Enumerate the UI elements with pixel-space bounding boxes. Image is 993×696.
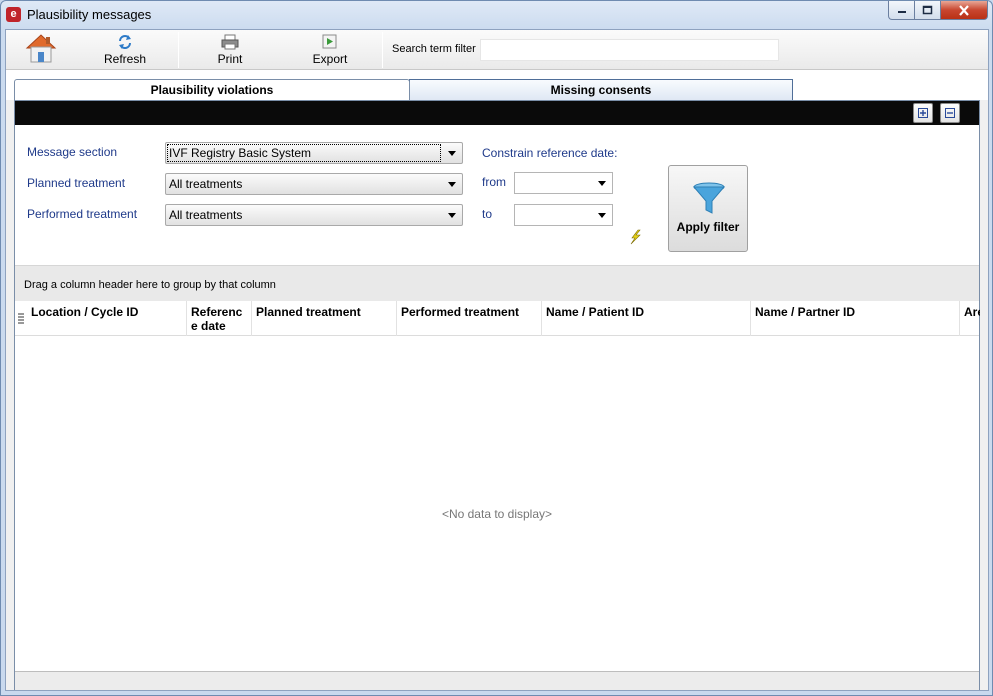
tab-plausibility-violations[interactable]: Plausibility violations (14, 79, 410, 100)
printer-icon (221, 34, 239, 50)
print-button[interactable]: Print (202, 30, 258, 70)
column-header-performed-treatment[interactable]: Performed treatment (397, 301, 542, 336)
chevron-down-icon[interactable] (595, 205, 609, 225)
performed-treatment-dropdown[interactable]: All treatments (165, 204, 463, 226)
tab-page: Message section IVF Registry Basic Syste… (14, 100, 980, 690)
planned-treatment-label: Planned treatment (27, 176, 126, 190)
minimize-button[interactable] (888, 1, 915, 20)
home-icon (25, 34, 57, 63)
close-icon (959, 4, 969, 16)
toolbar-separator (178, 32, 179, 68)
minus-icon (945, 108, 955, 118)
column-header-planned-treatment[interactable]: Planned treatment (252, 301, 397, 336)
refresh-button[interactable]: Refresh (94, 30, 156, 70)
app-logo-icon[interactable]: e (6, 7, 21, 22)
column-header-area[interactable]: Are (960, 301, 980, 336)
application-window: e Plausibility messages Refresh Print Ex… (0, 0, 993, 696)
maximize-icon (922, 5, 933, 15)
panel-header-bar (15, 101, 979, 125)
performed-treatment-label: Performed treatment (27, 207, 138, 221)
refresh-label: Refresh (103, 52, 147, 66)
planned-treatment-dropdown[interactable]: All treatments (165, 173, 463, 195)
collapse-all-button[interactable] (940, 103, 960, 123)
lightning-icon (630, 229, 641, 245)
print-label: Print (217, 52, 243, 66)
refresh-icon (119, 35, 131, 49)
title-bar[interactable]: e Plausibility messages (1, 1, 992, 29)
tab-missing-consents[interactable]: Missing consents (409, 79, 793, 100)
chevron-down-icon[interactable] (595, 173, 609, 193)
grid-header-row: Location / Cycle ID Referenc e date Plan… (15, 301, 980, 336)
column-header-reference-date[interactable]: Referenc e date (187, 301, 252, 336)
search-term-label: Search term filter (392, 43, 476, 55)
chevron-down-icon[interactable] (445, 205, 459, 225)
window-controls (888, 1, 988, 20)
apply-filter-label: Apply filter (676, 220, 740, 234)
export-icon (322, 34, 337, 49)
home-button[interactable] (21, 30, 61, 70)
group-by-hint: Drag a column header here to group by th… (24, 279, 276, 291)
message-section-dropdown[interactable]: IVF Registry Basic System (165, 142, 463, 164)
column-header-partner-id[interactable]: Name / Partner ID (751, 301, 960, 336)
window-title: Plausibility messages (27, 7, 152, 22)
client-area: Refresh Print Export Search term filter … (5, 29, 989, 691)
chevron-down-icon[interactable] (445, 143, 459, 163)
to-date-picker[interactable] (514, 204, 613, 226)
close-button[interactable] (941, 1, 988, 20)
funnel-icon (692, 182, 726, 214)
column-header-location-cycle-id[interactable]: Location / Cycle ID (27, 301, 187, 336)
plus-icon (918, 108, 928, 118)
empty-grid-message: <No data to display> (441, 507, 553, 521)
group-by-panel[interactable]: Drag a column header here to group by th… (15, 265, 979, 301)
clear-dates-button[interactable] (627, 229, 643, 248)
column-chooser-icon[interactable] (15, 301, 27, 336)
toolbar-separator (382, 32, 383, 68)
message-section-label: Message section (27, 145, 118, 159)
apply-filter-button[interactable]: Apply filter (668, 165, 748, 252)
export-button[interactable]: Export (302, 30, 358, 70)
toolbar: Refresh Print Export Search term filter (6, 30, 988, 70)
search-term-input[interactable] (480, 39, 779, 61)
from-label: from (482, 175, 506, 189)
export-label: Export (312, 52, 348, 66)
message-section-value: IVF Registry Basic System (167, 144, 441, 162)
minimize-icon (897, 11, 906, 13)
constrain-reference-date-label: Constrain reference date: (482, 146, 618, 160)
from-date-picker[interactable] (514, 172, 613, 194)
grid-footer (15, 671, 979, 690)
expand-all-button[interactable] (913, 103, 933, 123)
to-label: to (482, 207, 493, 221)
chevron-down-icon[interactable] (445, 174, 459, 194)
maximize-button[interactable] (915, 1, 941, 20)
performed-treatment-value: All treatments (169, 208, 243, 222)
column-header-patient-id[interactable]: Name / Patient ID (542, 301, 751, 336)
tab-strip: Plausibility violations Missing consents (6, 70, 988, 100)
planned-treatment-value: All treatments (169, 177, 243, 191)
